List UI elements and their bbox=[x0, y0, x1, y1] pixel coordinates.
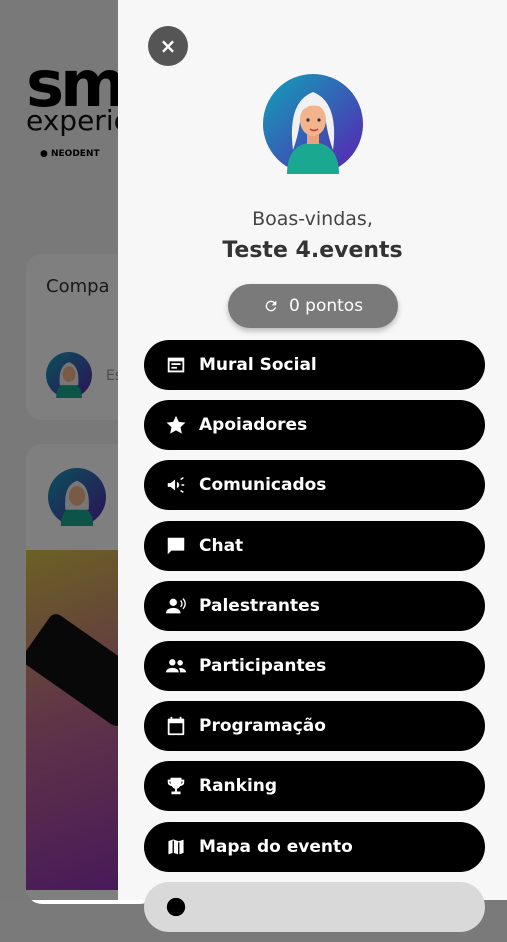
menu-item-palestrantes[interactable]: Palestrantes bbox=[144, 580, 485, 631]
menu-item-ranking[interactable]: Ranking bbox=[144, 761, 485, 812]
menu-item-label: Comunicados bbox=[199, 475, 327, 496]
menu-item-apoiadores[interactable]: Apoiadores bbox=[144, 400, 485, 451]
profile-avatar bbox=[263, 74, 363, 179]
feed-icon bbox=[164, 353, 188, 377]
menu-item-chat[interactable]: Chat bbox=[144, 520, 485, 571]
menu-item-label: Mapa do evento bbox=[199, 836, 353, 857]
menu-item-mural-social[interactable]: Mural Social bbox=[144, 340, 485, 390]
menu-item-mapa-do-evento[interactable]: Mapa do evento bbox=[144, 821, 485, 872]
menu-item-label: Mural Social bbox=[199, 355, 317, 375]
points-label: 0 pontos bbox=[288, 296, 364, 316]
chat-icon bbox=[164, 534, 188, 558]
trophy-icon bbox=[164, 774, 188, 798]
speaker-icon bbox=[164, 594, 188, 618]
refresh-icon bbox=[265, 300, 277, 312]
menu-item-label: Ranking bbox=[199, 776, 278, 797]
megaphone-icon bbox=[164, 473, 188, 497]
side-drawer: × Boas-vindas, Teste 4.events 0 pontos M… bbox=[118, 0, 507, 932]
menu-item-label: Chat bbox=[199, 535, 244, 556]
menu-item-label: Apoiadores bbox=[199, 415, 308, 436]
info-icon bbox=[164, 895, 188, 919]
menu-item-label: Palestrantes bbox=[199, 595, 320, 616]
menu-item-partial[interactable] bbox=[144, 881, 485, 932]
menu-item-comunicados[interactable]: Comunicados bbox=[144, 460, 485, 511]
user-name: Teste 4.events bbox=[222, 238, 403, 263]
drawer-menu: Mural Social Apoiadores Comunicados Chat… bbox=[144, 340, 485, 942]
calendar-icon bbox=[164, 714, 188, 738]
menu-item-participantes[interactable]: Participantes bbox=[144, 640, 485, 691]
people-icon bbox=[164, 654, 188, 678]
menu-item-label: Programação bbox=[199, 716, 326, 737]
points-button[interactable]: 0 pontos bbox=[228, 284, 398, 328]
menu-item-label: Participantes bbox=[199, 655, 327, 676]
close-button[interactable]: × bbox=[148, 26, 188, 66]
star-icon bbox=[164, 413, 188, 437]
welcome-text: Boas-vindas, bbox=[252, 208, 373, 230]
menu-item-programacao[interactable]: Programação bbox=[144, 701, 485, 752]
map-icon bbox=[164, 835, 188, 859]
